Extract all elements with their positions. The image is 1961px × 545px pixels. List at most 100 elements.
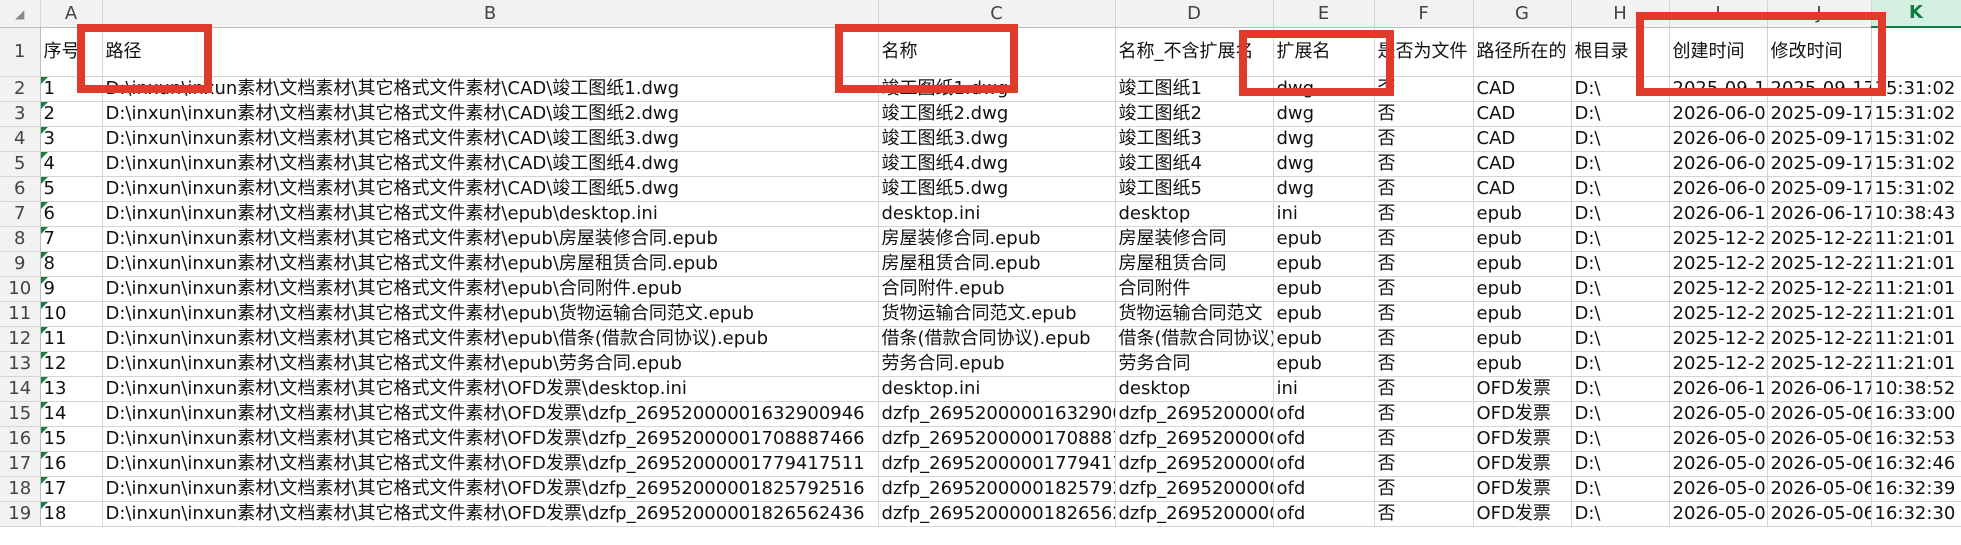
cell-name-no-ext[interactable]: 竣工图纸1 xyxy=(1115,76,1274,102)
cell-parent-path[interactable]: OFD发票 xyxy=(1473,376,1572,402)
header-cell-index[interactable]: 序号 xyxy=(40,27,103,77)
cell-modified[interactable]: 2025-12-22 xyxy=(1767,351,1872,377)
cell-name-no-ext[interactable]: dzfp_26952000001826562436 xyxy=(1115,501,1274,527)
cell-name[interactable]: 房屋租赁合同.epub xyxy=(878,251,1116,277)
cell-parent-path[interactable]: CAD xyxy=(1473,151,1572,177)
cell-root[interactable]: D:\ xyxy=(1571,201,1670,227)
cell-created[interactable]: 2025-12-22 xyxy=(1669,226,1768,252)
cell-root[interactable]: D:\ xyxy=(1571,151,1670,177)
column-header-a[interactable]: A xyxy=(40,0,103,28)
cell-name[interactable]: dzfp_26952000001708887466 xyxy=(878,426,1116,452)
cell-created[interactable]: 2026-06-01 xyxy=(1669,101,1768,127)
cell-extension[interactable]: dwg xyxy=(1273,101,1375,127)
cell-name[interactable]: dzfp_26952000001826562436 xyxy=(878,501,1116,527)
cell-created[interactable]: 2025-09-17 xyxy=(1669,76,1768,102)
cell-is-file[interactable]: 否 xyxy=(1374,276,1474,302)
cell-index[interactable]: 13 xyxy=(40,376,103,402)
cell-root[interactable]: D:\ xyxy=(1571,426,1670,452)
header-cell-path[interactable]: 路径 xyxy=(102,27,879,77)
cell-time[interactable]: 16:32:39 xyxy=(1871,476,1961,502)
cell-path[interactable]: D:\inxun\inxun素材\文档素材\其它格式文件素材\OFD发票\dzf… xyxy=(102,476,879,502)
cell-path[interactable]: D:\inxun\inxun素材\文档素材\其它格式文件素材\CAD\竣工图纸2… xyxy=(102,101,879,127)
cell-index[interactable]: 12 xyxy=(40,351,103,377)
cell-modified[interactable]: 2025-12-22 xyxy=(1767,276,1872,302)
row-header[interactable]: 8 xyxy=(0,226,41,252)
cell-extension[interactable]: ofd xyxy=(1273,501,1375,527)
cell-name-no-ext[interactable]: desktop xyxy=(1115,201,1274,227)
cell-path[interactable]: D:\inxun\inxun素材\文档素材\其它格式文件素材\epub\借条(借… xyxy=(102,326,879,352)
cell-created[interactable]: 2025-12-22 xyxy=(1669,276,1768,302)
row-header[interactable]: 19 xyxy=(0,501,41,527)
row-header[interactable]: 2 xyxy=(0,76,41,102)
cell-is-file[interactable]: 否 xyxy=(1374,301,1474,327)
row-header[interactable]: 1 xyxy=(0,27,41,77)
cell-path[interactable]: D:\inxun\inxun素材\文档素材\其它格式文件素材\CAD\竣工图纸1… xyxy=(102,76,879,102)
cell-modified[interactable]: 2026-05-06 xyxy=(1767,501,1872,527)
cell-created[interactable]: 2025-12-22 xyxy=(1669,326,1768,352)
cell-root[interactable]: D:\ xyxy=(1571,376,1670,402)
cell-is-file[interactable]: 否 xyxy=(1374,501,1474,527)
cell-extension[interactable]: dwg xyxy=(1273,176,1375,202)
cell-is-file[interactable]: 否 xyxy=(1374,251,1474,277)
cell-root[interactable]: D:\ xyxy=(1571,126,1670,152)
cell-path[interactable]: D:\inxun\inxun素材\文档素材\其它格式文件素材\epub\desk… xyxy=(102,201,879,227)
column-header-b[interactable]: B xyxy=(102,0,879,28)
cell-path[interactable]: D:\inxun\inxun素材\文档素材\其它格式文件素材\CAD\竣工图纸5… xyxy=(102,176,879,202)
cell-name-no-ext[interactable]: 房屋租赁合同 xyxy=(1115,251,1274,277)
cell-modified[interactable]: 2026-06-17 xyxy=(1767,201,1872,227)
cell-name[interactable]: desktop.ini xyxy=(878,201,1116,227)
cell-modified[interactable]: 2026-05-06 xyxy=(1767,401,1872,427)
cell-extension[interactable]: epub xyxy=(1273,226,1375,252)
cell-time[interactable]: 11:21:01 xyxy=(1871,326,1961,352)
header-cell-root[interactable]: 根目录 xyxy=(1571,27,1670,77)
cell-path[interactable]: D:\inxun\inxun素材\文档素材\其它格式文件素材\epub\合同附件… xyxy=(102,276,879,302)
cell-is-file[interactable]: 否 xyxy=(1374,201,1474,227)
cell-parent-path[interactable]: epub xyxy=(1473,251,1572,277)
cell-name-no-ext[interactable]: dzfp_26952000001825792516 xyxy=(1115,476,1274,502)
cell-created[interactable]: 2026-05-06 xyxy=(1669,426,1768,452)
cell-index[interactable]: 1 xyxy=(40,76,103,102)
cell-extension[interactable]: epub xyxy=(1273,351,1375,377)
cell-parent-path[interactable]: CAD xyxy=(1473,101,1572,127)
cell-index[interactable]: 2 xyxy=(40,101,103,127)
row-header[interactable]: 7 xyxy=(0,201,41,227)
cell-root[interactable]: D:\ xyxy=(1571,276,1670,302)
cell-is-file[interactable]: 否 xyxy=(1374,451,1474,477)
cell-modified[interactable]: 2025-09-17 xyxy=(1767,176,1872,202)
row-header[interactable]: 4 xyxy=(0,126,41,152)
cell-name[interactable]: 劳务合同.epub xyxy=(878,351,1116,377)
cell-path[interactable]: D:\inxun\inxun素材\文档素材\其它格式文件素材\epub\货物运输… xyxy=(102,301,879,327)
cell-name-no-ext[interactable]: desktop xyxy=(1115,376,1274,402)
column-header-f[interactable]: F xyxy=(1374,0,1474,28)
cell-modified[interactable]: 2026-05-06 xyxy=(1767,426,1872,452)
cell-root[interactable]: D:\ xyxy=(1571,451,1670,477)
cell-modified[interactable]: 2026-05-06 xyxy=(1767,476,1872,502)
cell-name[interactable]: 竣工图纸3.dwg xyxy=(878,126,1116,152)
cell-is-file[interactable]: 否 xyxy=(1374,351,1474,377)
cell-index[interactable]: 6 xyxy=(40,201,103,227)
cell-time[interactable]: 16:32:46 xyxy=(1871,451,1961,477)
cell-created[interactable]: 2026-06-17 xyxy=(1669,201,1768,227)
cell-name[interactable]: 竣工图纸2.dwg xyxy=(878,101,1116,127)
cell-extension[interactable]: dwg xyxy=(1273,126,1375,152)
cell-modified[interactable]: 2026-06-17 xyxy=(1767,376,1872,402)
header-cell-modified[interactable]: 修改时间 xyxy=(1767,27,1872,77)
row-header[interactable]: 12 xyxy=(0,326,41,352)
cell-name-no-ext[interactable]: dzfp_26952000001632900946 xyxy=(1115,401,1274,427)
cell-parent-path[interactable]: epub xyxy=(1473,351,1572,377)
cell-time[interactable]: 15:31:02 xyxy=(1871,151,1961,177)
cell-extension[interactable]: ini xyxy=(1273,376,1375,402)
cell-parent-path[interactable]: CAD xyxy=(1473,126,1572,152)
cell-index[interactable]: 4 xyxy=(40,151,103,177)
cell-name-no-ext[interactable]: 竣工图纸3 xyxy=(1115,126,1274,152)
cell-time[interactable]: 15:31:02 xyxy=(1871,176,1961,202)
cell-index[interactable]: 5 xyxy=(40,176,103,202)
cell-name[interactable]: 竣工图纸1.dwg xyxy=(878,76,1116,102)
cell-time[interactable]: 10:38:43 xyxy=(1871,201,1961,227)
cell-name-no-ext[interactable]: dzfp_26952000001708887466 xyxy=(1115,426,1274,452)
cell-root[interactable]: D:\ xyxy=(1571,226,1670,252)
cell-modified[interactable]: 2025-12-22 xyxy=(1767,301,1872,327)
column-header-i[interactable]: I xyxy=(1669,0,1768,28)
cell-root[interactable]: D:\ xyxy=(1571,176,1670,202)
cell-is-file[interactable]: 否 xyxy=(1374,426,1474,452)
